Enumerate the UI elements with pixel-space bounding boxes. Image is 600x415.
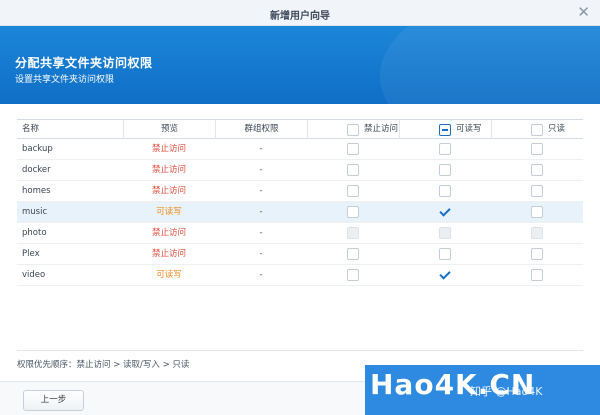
table-row[interactable]: docker 禁止访问 - [17,160,583,181]
group-permission: - [259,228,263,238]
rw-checkbox[interactable] [439,185,451,197]
ro-checkbox[interactable] [531,248,543,260]
header-ro-label: 只读 [548,124,566,134]
folder-name: Plex [22,249,40,259]
priority-note: 权限优先顺序：禁止访问 > 读取/写入 > 只读 [17,360,190,370]
folder-name: video [22,270,46,280]
rw-checkbox[interactable] [439,206,451,218]
window-title: 新增用户向导 [270,11,330,22]
close-icon[interactable]: ✕ [577,4,590,20]
table-row[interactable]: video 可读写 - [17,265,583,286]
group-permission: - [259,186,263,196]
ro-checkbox[interactable] [531,164,543,176]
folder-name: photo [22,228,47,238]
ro-checkbox [531,227,543,239]
deny-checkbox[interactable] [347,185,359,197]
divider [17,350,583,351]
header-name[interactable]: 名称 [22,120,39,139]
group-permission: - [259,165,263,175]
preview-status: 禁止访问 [151,186,186,196]
window-titlebar: 新增用户向导 ✕ [0,0,600,26]
watermark-zhihu: 知乎 @Hao4K [470,385,543,398]
table-row[interactable]: backup 禁止访问 - [17,139,583,160]
rw-checkbox[interactable] [439,164,451,176]
folder-name: backup [22,144,53,154]
rw-checkbox [439,227,451,239]
banner-title: 分配共享文件夹访问权限 [15,56,153,70]
header-group[interactable]: 群组权限 [215,120,307,139]
deny-checkbox[interactable] [347,248,359,260]
table-header: 名称 预览 群组权限 禁止访问 可读写 只读 [17,119,583,139]
banner-subtitle: 设置共享文件夹访问权限 [15,75,115,85]
preview-status: 可读写 [156,270,182,280]
banner-decoration [380,26,600,104]
header-rw-label: 可读写 [456,124,482,134]
folder-name: homes [22,186,51,196]
ro-checkbox[interactable] [531,269,543,281]
header-rw-checkbox[interactable] [439,124,451,136]
deny-checkbox[interactable] [347,269,359,281]
deny-checkbox[interactable] [347,143,359,155]
preview-status: 禁止访问 [151,249,186,259]
deny-checkbox [347,227,359,239]
header-deny-checkbox[interactable] [347,124,359,136]
group-permission: - [259,270,263,280]
header-ro-checkbox[interactable] [531,124,543,136]
group-permission: - [259,144,263,154]
back-button[interactable]: 上一步 [23,390,84,411]
deny-checkbox[interactable] [347,164,359,176]
header-deny-label: 禁止访问 [364,124,399,134]
rw-checkbox[interactable] [439,143,451,155]
table-row[interactable]: homes 禁止访问 - [17,181,583,202]
folder-name: docker [22,165,51,175]
permission-table: 名称 预览 群组权限 禁止访问 可读写 只读 backup 禁止访问 - doc… [17,119,583,286]
table-row[interactable]: music 可读写 - [17,202,583,223]
preview-status: 禁止访问 [151,144,186,154]
group-permission: - [259,249,263,259]
ro-checkbox[interactable] [531,185,543,197]
rw-checkbox[interactable] [439,248,451,260]
preview-status: 禁止访问 [151,228,186,238]
ro-checkbox[interactable] [531,143,543,155]
header-preview[interactable]: 预览 [123,120,215,139]
wizard-banner: 分配共享文件夹访问权限 设置共享文件夹访问权限 [0,26,600,104]
group-permission: - [259,207,263,217]
preview-status: 可读写 [156,207,182,217]
folder-name: music [22,207,48,217]
ro-checkbox[interactable] [531,206,543,218]
table-row[interactable]: Plex 禁止访问 - [17,244,583,265]
deny-checkbox[interactable] [347,206,359,218]
rw-checkbox[interactable] [439,269,451,281]
preview-status: 禁止访问 [151,165,186,175]
table-row[interactable]: photo 禁止访问 - [17,223,583,244]
